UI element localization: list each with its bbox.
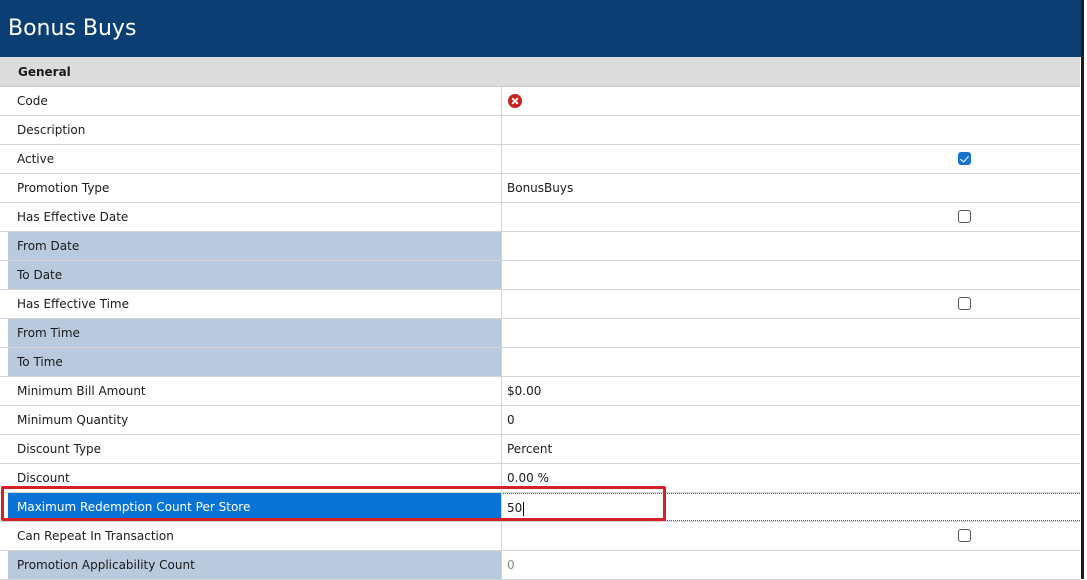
row-code[interactable]: Code [0, 87, 1080, 116]
error-icon [508, 94, 522, 108]
description-value-field[interactable] [503, 116, 1080, 144]
row-label: Maximum Redemption Count Per Store [8, 493, 502, 521]
text-caret [523, 501, 525, 516]
code-value-field[interactable] [503, 87, 1080, 115]
maximum-redemption-input[interactable]: 50 [503, 493, 1080, 521]
has-effective-time-value-cell [503, 290, 1080, 318]
window-title: Bonus Buys [0, 0, 1081, 57]
row-label: Code [8, 87, 502, 115]
row-discount-type[interactable]: Discount Type Percent [0, 435, 1080, 464]
row-promotion-applicability-count[interactable]: Promotion Applicability Count 0 [0, 551, 1080, 580]
applicability-count-value: 0 [507, 558, 515, 572]
row-label: Description [8, 116, 502, 144]
to-date-value-field[interactable] [503, 261, 1080, 289]
row-label: From Time [8, 319, 502, 347]
row-has-effective-time[interactable]: Has Effective Time [0, 290, 1080, 319]
row-label: Promotion Applicability Count [8, 551, 502, 579]
row-label: Active [8, 145, 502, 173]
row-description[interactable]: Description [0, 116, 1080, 145]
can-repeat-value-cell [503, 522, 1080, 550]
to-time-value-field[interactable] [503, 348, 1080, 376]
row-label: To Date [8, 261, 502, 289]
row-minimum-bill-amount[interactable]: Minimum Bill Amount $0.00 [0, 377, 1080, 406]
minimum-bill-amount-value[interactable]: $0.00 [503, 377, 1080, 405]
discount-type-value[interactable]: Percent [503, 435, 1080, 463]
row-label: Minimum Bill Amount [8, 377, 502, 405]
minimum-quantity-value[interactable]: 0 [503, 406, 1080, 434]
from-time-value-field[interactable] [503, 319, 1080, 347]
row-label: Has Effective Time [8, 290, 502, 318]
row-discount[interactable]: Discount 0.00 % [0, 464, 1080, 493]
row-label: Promotion Type [8, 174, 502, 202]
from-date-value-field[interactable] [503, 232, 1080, 260]
has-effective-date-value-cell [503, 203, 1080, 231]
has-effective-date-checkbox[interactable] [958, 210, 971, 223]
maximum-redemption-value: 50 [507, 501, 523, 515]
active-checkbox[interactable] [958, 152, 971, 165]
row-label: Discount Type [8, 435, 502, 463]
row-label: To Time [8, 348, 502, 376]
row-can-repeat-in-transaction[interactable]: Can Repeat In Transaction [0, 522, 1080, 551]
row-minimum-quantity[interactable]: Minimum Quantity 0 [0, 406, 1080, 435]
property-grid-window: Bonus Buys General Code Description Acti… [0, 0, 1084, 580]
row-label: From Date [8, 232, 502, 260]
row-label: Minimum Quantity [8, 406, 502, 434]
row-has-effective-date[interactable]: Has Effective Date [0, 203, 1080, 232]
row-label: Discount [8, 464, 502, 492]
has-effective-time-checkbox[interactable] [958, 297, 971, 310]
row-from-time[interactable]: From Time [0, 319, 1080, 348]
section-header-general[interactable]: General [0, 57, 1080, 87]
row-from-date[interactable]: From Date [0, 232, 1080, 261]
row-promotion-type[interactable]: Promotion Type BonusBuys [0, 174, 1080, 203]
row-label: Can Repeat In Transaction [8, 522, 502, 550]
can-repeat-checkbox[interactable] [958, 529, 971, 542]
promotion-type-value[interactable]: BonusBuys [503, 174, 1080, 202]
discount-value[interactable]: 0.00 % [503, 464, 1080, 492]
row-to-time[interactable]: To Time [0, 348, 1080, 377]
row-active[interactable]: Active [0, 145, 1080, 174]
active-value-cell [503, 145, 1080, 173]
property-grid: General Code Description Active Promotio… [0, 57, 1080, 580]
row-maximum-redemption-count[interactable]: Maximum Redemption Count Per Store 50 [0, 493, 1080, 522]
row-label: Has Effective Date [8, 203, 502, 231]
row-to-date[interactable]: To Date [0, 261, 1080, 290]
